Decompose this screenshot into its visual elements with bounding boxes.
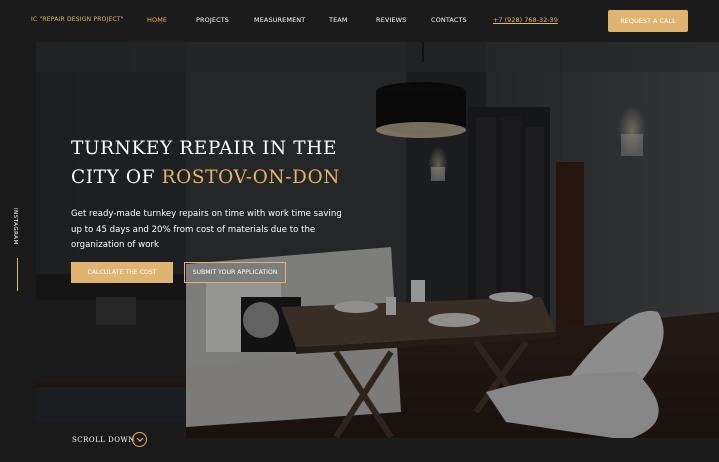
request-call-button[interactable]: REQUEST A CALL xyxy=(608,10,688,32)
calculate-cost-button[interactable]: CALCULATE THE COST xyxy=(71,262,173,283)
instagram-divider xyxy=(17,258,18,291)
nav-team[interactable]: TEAM xyxy=(329,16,348,24)
instagram-label: INSTAGRAM xyxy=(12,208,18,245)
nav-projects[interactable]: PROJECTS xyxy=(196,16,229,24)
phone-link[interactable]: +7 (928) 768-32-39 xyxy=(493,16,558,24)
instagram-link[interactable]: INSTAGRAM xyxy=(10,208,26,291)
hero-title-line1: TURNKEY REPAIR IN THE xyxy=(71,138,338,159)
nav-contacts[interactable]: CONTACTS xyxy=(431,16,467,24)
bottom-bar xyxy=(184,438,719,462)
hero-subtitle: Get ready-made turnkey repairs on time w… xyxy=(71,209,342,250)
scroll-down-label: SCROLL DOWN xyxy=(72,436,135,444)
submit-application-button[interactable]: SUBMIT YOUR APPLICATION xyxy=(184,262,286,283)
hero-title-prefix: CITY OF xyxy=(71,167,162,188)
hero-title: TURNKEY REPAIR IN THE CITY OF ROSTOV-ON-… xyxy=(71,134,371,192)
nav-reviews[interactable]: REVIEWS xyxy=(376,16,406,24)
hero-title-city: ROSTOV-ON-DON xyxy=(161,167,341,188)
nav-measurement[interactable]: MEASUREMENT xyxy=(254,16,305,24)
chevron-down-icon xyxy=(136,437,144,442)
top-navbar: IC "REPAIR DESIGN PROJECT" HOME PROJECTS… xyxy=(0,0,719,42)
scroll-down[interactable]: SCROLL DOWN xyxy=(36,422,184,462)
hero-title-line2: CITY OF ROSTOV-ON-DON xyxy=(71,163,371,192)
nav-home[interactable]: HOME xyxy=(147,16,167,24)
scroll-down-button[interactable] xyxy=(132,432,147,447)
site-logo[interactable]: IC "REPAIR DESIGN PROJECT" xyxy=(31,16,124,23)
